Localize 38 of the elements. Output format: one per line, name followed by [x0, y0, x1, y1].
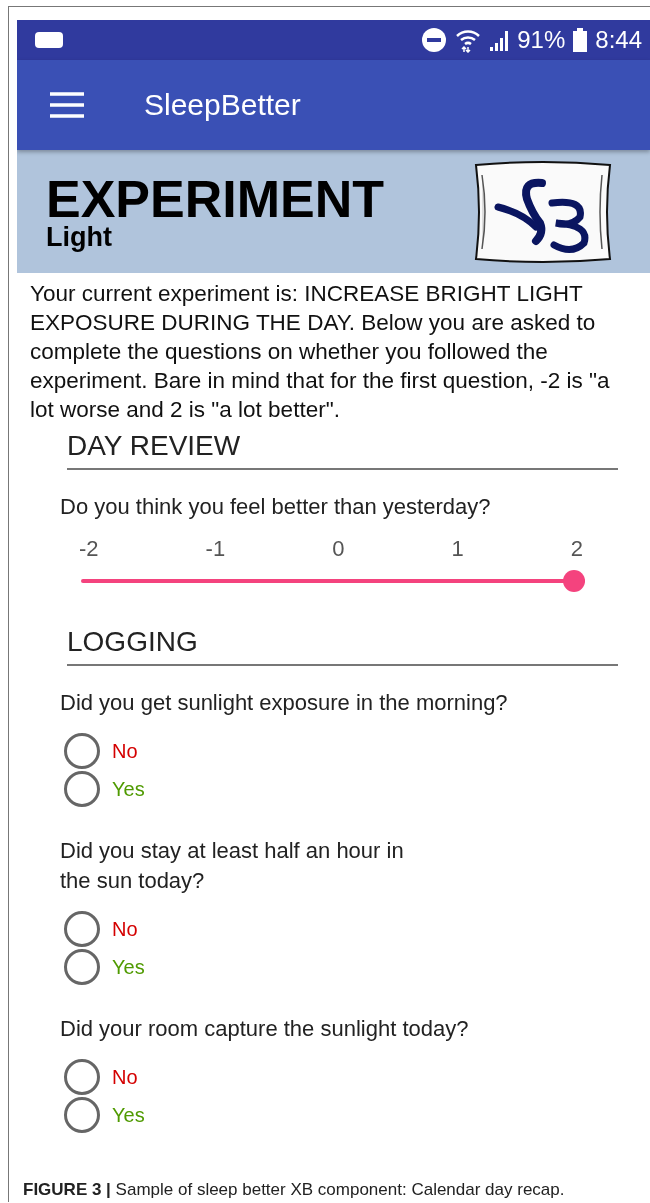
intro-paragraph: Your current experiment is: INCREASE BRIGHT LIGHT EXPOSURE DURING THE DAY. Below you are asked to complete the questions on whether you followed the experiment. Bare in mind that for the first question, -2 is "a lot worse and 2 is "a lot better". [30, 280, 611, 424]
section-heading: LOGGING [67, 626, 618, 666]
radio-button[interactable] [64, 949, 100, 985]
radio-button[interactable] [64, 911, 100, 947]
radio-button[interactable] [64, 1097, 100, 1133]
question-text: Did you get sunlight exposure in the morning? [60, 689, 509, 717]
option-label: No [112, 739, 138, 763]
notification-icon [34, 30, 64, 50]
radio-button[interactable] [64, 733, 100, 769]
question-text: Did your room capture the sunlight today? [60, 1015, 470, 1043]
wifi-icon [455, 27, 482, 53]
section-heading: DAY REVIEW [67, 430, 618, 470]
radio-button[interactable] [64, 771, 100, 807]
slider-thumb[interactable] [563, 570, 585, 592]
slider-track[interactable] [81, 570, 585, 592]
tick-label: -2 [79, 536, 99, 562]
do-not-disturb-icon [421, 27, 448, 53]
menu-icon[interactable] [50, 92, 84, 119]
battery-icon [573, 28, 588, 52]
tick-label: 2 [570, 536, 583, 562]
option-label: No [112, 1065, 138, 1089]
option-label: Yes [112, 777, 145, 801]
clock-time: 8:44 [595, 26, 642, 54]
header-title: EXPERIMENT [46, 173, 385, 224]
tick-label: -1 [205, 536, 226, 562]
option-label: Yes [112, 955, 145, 979]
signal-icon [489, 29, 510, 51]
figure-caption: FIGURE 3 | Sample of sleep better XB component: Calendar day recap. [23, 1180, 566, 1200]
radio-button[interactable] [64, 1059, 100, 1095]
option-label: Yes [112, 1103, 145, 1127]
question-text: Did you stay at least half an hour in the sun today? [60, 837, 405, 895]
battery-percent: 91% [517, 26, 566, 54]
option-label: No [112, 917, 138, 941]
tick-label: 1 [451, 536, 464, 562]
app-title: SleepBetter [144, 88, 301, 123]
header-subtitle: Light [46, 223, 113, 250]
tick-label: 0 [332, 536, 345, 562]
question-text: Do you think you feel better than yesterday? [60, 493, 492, 521]
